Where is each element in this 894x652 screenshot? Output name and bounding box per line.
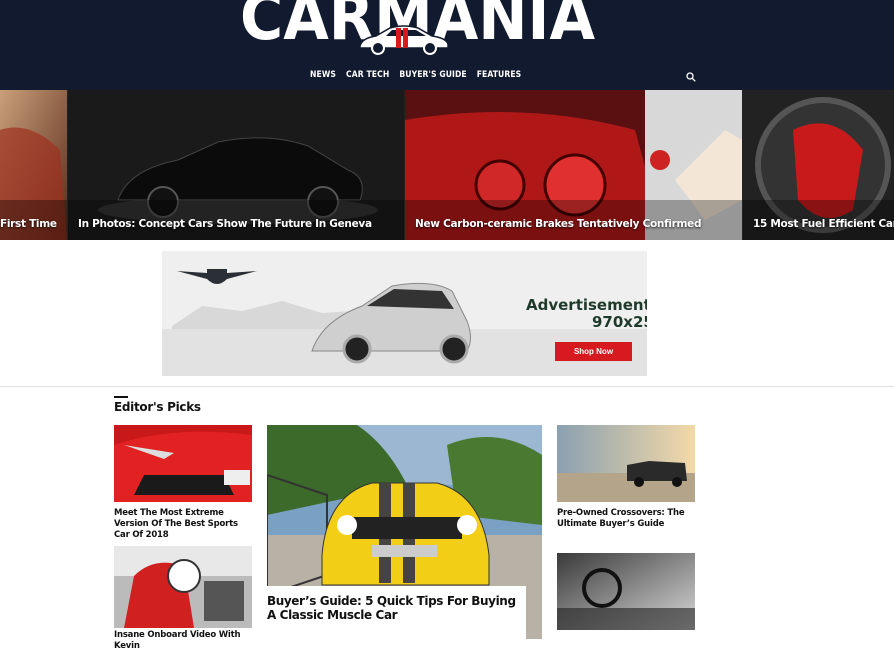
- ad-size: 970x250: [592, 313, 647, 331]
- feature-title[interactable]: Buyer’s Guide: 5 Quick Tips For Buying A…: [267, 594, 517, 622]
- slide-1[interactable]: First Time: [0, 90, 67, 240]
- slide-1-caption[interactable]: First Time: [0, 218, 57, 230]
- slide-3[interactable]: New Carbon-ceramic Brakes Tentatively Co…: [405, 90, 742, 240]
- shop-now-button[interactable]: Shop Now: [555, 342, 632, 361]
- right-bottom-thumbnail[interactable]: [557, 553, 695, 630]
- main-nav: NEWS CAR TECH BUYER'S GUIDE FEATURES: [310, 70, 531, 80]
- right-top-thumbnail[interactable]: [557, 425, 695, 502]
- red-sports-car-image: [114, 425, 252, 502]
- nav-item-buyers-guide[interactable]: BUYER'S GUIDE: [399, 70, 466, 80]
- section-accent-bar: [114, 396, 128, 398]
- section-divider: [0, 386, 894, 387]
- ad-banner[interactable]: Advertisement 970x250 Shop Now: [162, 251, 647, 376]
- nav-item-features[interactable]: FEATURES: [477, 70, 522, 80]
- site-header: CARMANIA NEWS CAR TECH BUYER'S GUIDE FEA…: [0, 0, 894, 90]
- left-top-thumbnail[interactable]: [114, 425, 252, 502]
- nav-item-car-tech[interactable]: CAR TECH: [346, 70, 389, 80]
- search-icon[interactable]: [686, 72, 696, 82]
- ad-title: Advertisement: [526, 296, 647, 314]
- onboard-cockpit-image: [114, 546, 252, 628]
- car-interior-image: [557, 553, 695, 630]
- shield-wings-icon: [177, 269, 257, 284]
- left-top-title[interactable]: Meet The Most Extreme Version Of The Bes…: [114, 508, 254, 541]
- left-bottom-thumbnail[interactable]: [114, 546, 252, 628]
- slide-2[interactable]: In Photos: Concept Cars Show The Future …: [68, 90, 404, 240]
- left-bottom-title[interactable]: Insane Onboard Video With Kevin: [114, 630, 254, 652]
- featured-slider: First Time In Photos: Concept Cars Show …: [0, 90, 894, 240]
- slide-4-caption[interactable]: 15 Most Fuel Efficient Cars On The: [753, 218, 894, 230]
- nav-item-news[interactable]: NEWS: [310, 70, 336, 80]
- section-title: Editor's Picks: [114, 400, 201, 414]
- car-logo-icon: [359, 25, 449, 55]
- slide-2-caption[interactable]: In Photos: Concept Cars Show The Future …: [78, 218, 372, 230]
- slide-4[interactable]: 15 Most Fuel Efficient Cars On The: [743, 90, 894, 240]
- slide-3-caption[interactable]: New Carbon-ceramic Brakes Tentatively Co…: [415, 218, 702, 230]
- right-top-title[interactable]: Pre-Owned Crossovers: The Ultimate Buyer…: [557, 508, 697, 530]
- crossover-beach-image: [557, 425, 695, 502]
